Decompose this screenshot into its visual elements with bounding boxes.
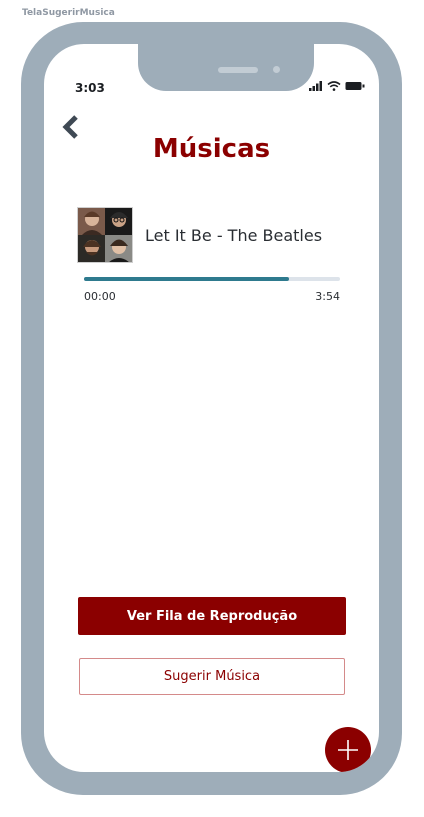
plus-icon <box>338 740 358 760</box>
suggest-music-button[interactable]: Sugerir Música <box>79 658 345 695</box>
speaker-grille <box>218 67 258 73</box>
wifi-icon <box>327 81 341 91</box>
signal-icon <box>309 81 322 91</box>
front-camera <box>273 66 280 73</box>
page-title: Músicas <box>152 134 271 164</box>
phone-frame: 3:03 Músicas Let It Be - The Beatles 00:… <box>21 22 402 795</box>
elapsed-time: 00:00 <box>84 290 116 303</box>
phone-screen: 3:03 Músicas Let It Be - The Beatles 00:… <box>44 44 379 772</box>
frame-label: TelaSugerirMusica <box>22 8 115 18</box>
view-queue-button[interactable]: Ver Fila de Reprodução <box>78 597 346 635</box>
progress-fill <box>84 277 289 281</box>
cover-tile-2 <box>105 208 132 235</box>
cover-tile-4 <box>105 235 132 262</box>
status-time: 3:03 <box>75 81 105 95</box>
cover-tile-3 <box>78 235 105 262</box>
cover-tile-1 <box>78 208 105 235</box>
battery-icon <box>345 82 365 90</box>
progress-bar[interactable] <box>84 277 340 281</box>
now-playing-row: Let It Be - The Beatles <box>77 207 322 263</box>
album-cover <box>77 207 133 263</box>
song-label: Let It Be - The Beatles <box>145 225 323 245</box>
add-button[interactable] <box>325 727 371 772</box>
status-icons <box>309 81 365 91</box>
notch <box>138 44 314 91</box>
total-duration: 3:54 <box>315 290 340 303</box>
